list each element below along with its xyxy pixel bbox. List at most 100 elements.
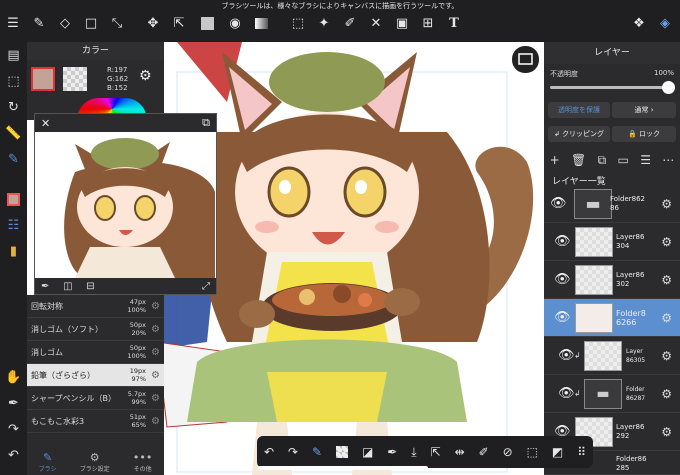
gear-icon[interactable]: ⚙ [151,416,160,427]
select-eraser-icon[interactable]: ✕ [363,12,389,34]
gear-icon[interactable]: ⚙ [151,347,160,358]
layers-icon[interactable]: ◈ [652,12,678,34]
text-select-icon[interactable]: ▣ [389,12,415,34]
selection-icon[interactable]: ⬚ [527,445,538,459]
close-icon[interactable]: ✕ [41,117,50,130]
gear-icon[interactable]: ⚙ [151,370,160,381]
layer-row-selected[interactable]: 👁 Folder8 6266 ⚙ [544,299,680,337]
layer-row[interactable]: 👁 ↲ Layer 86305 ⚙ [544,337,680,375]
eyedropper-icon[interactable]: ✒ [41,281,49,292]
tab-other[interactable]: ••• その他 [133,451,152,473]
brush-icon[interactable]: ✎ [312,445,322,459]
gear-icon[interactable]: ⚙ [661,235,672,249]
bucket-tool-icon[interactable]: ◉ [222,12,248,34]
flip-icon[interactable]: ⇹ [455,445,465,459]
rotate-icon[interactable]: ↻ [0,94,27,120]
grid-icon[interactable]: ⠿ [577,445,586,459]
transform-icon[interactable]: ⤡ [104,12,130,34]
brush-item[interactable]: 消しゴム 50px 100% ⚙ [27,341,164,364]
brush-item[interactable]: シャープペンシル（B） 5.7px 99% ⚙ [27,387,164,410]
palette-icon[interactable]: ▮ [0,238,27,264]
layer-mode-icon[interactable]: ◩ [552,445,563,459]
more-icon[interactable]: ⋯ [662,153,674,167]
edit-icon[interactable]: ✐ [479,445,489,459]
undo-icon[interactable]: ↶ [0,442,27,468]
brush-item-selected[interactable]: 鉛筆（ざらざら） 19px 97% ⚙ [27,364,164,387]
eye-icon[interactable]: 👁 [558,386,575,401]
list-icon[interactable]: ☰ [640,153,651,167]
tab-brush-settings[interactable]: ⚙ ブラシ設定 [80,451,110,473]
move-tool-icon[interactable]: ✥ [140,12,166,34]
fill-color-swatch[interactable] [192,12,222,34]
duplicate-layer-icon[interactable]: ⧉ [598,153,607,168]
brush-tool-icon[interactable]: ✎ [26,12,52,34]
brush-item[interactable]: 消しゴム（ソフト） 50px 20% ⚙ [27,318,164,341]
magic-wand-icon[interactable]: ✦ [311,12,337,34]
layer-row[interactable]: 👁 Layer86 302 ⚙ [544,261,680,299]
sub-color-swatch[interactable] [63,67,87,91]
eyedropper-icon[interactable]: ✒ [387,445,397,459]
layer-row[interactable]: 👁 ▬ Folder862 86 ⚙ [544,185,680,223]
gear-icon[interactable]: ⚙ [151,301,160,312]
merge-layer-icon[interactable]: ▭ [618,153,629,167]
transform-icon[interactable]: ⇱ [431,445,441,459]
gear-icon[interactable]: ⚙ [661,349,672,363]
color-settings-gear-icon[interactable]: ⚙ [139,68,152,84]
eye-icon[interactable]: 👁 [558,348,575,363]
transparent-color-icon[interactable] [336,446,349,458]
gear-icon[interactable]: ⚙ [151,324,160,335]
layer-row[interactable]: 👁 Layer86 304 ⚙ [544,223,680,261]
swap-color-icon[interactable]: ◪ [362,445,373,459]
undo-icon[interactable]: ↶ [264,445,274,459]
layer-row[interactable]: 👁 ↲ ▬ Folder 86287 ⚙ [544,375,680,413]
color-swatch-icon[interactable] [0,186,27,212]
gear-icon[interactable]: ⚙ [661,197,672,211]
redo-icon[interactable]: ↷ [288,445,298,459]
gear-icon[interactable]: ⚙ [661,311,672,325]
transform-tool-icon[interactable]: ⇱ [166,12,192,34]
materials-icon[interactable]: ❖ [626,12,652,34]
select-pen-icon[interactable]: ✐ [337,12,363,34]
gear-icon[interactable]: ⚙ [151,393,160,404]
flip-horizontal-icon[interactable]: ◫ [63,281,72,292]
text-tool-icon[interactable]: T [441,12,467,34]
eyedropper-icon[interactable]: ✒ [0,390,27,416]
hand-tool-icon[interactable]: ✋ [0,364,27,390]
layer-list-icon[interactable]: ☷ [0,212,27,238]
flip-vertical-icon[interactable]: ⊟ [86,281,94,292]
blend-mode-select[interactable]: 通常 › [612,102,676,118]
main-color-swatch[interactable] [31,67,55,91]
eye-icon[interactable]: 👁 [554,272,571,287]
gear-icon[interactable]: ⚙ [661,425,672,439]
menu-icon[interactable]: ☰ [0,12,26,34]
gear-icon[interactable]: ⚙ [661,273,672,287]
rect-select-icon[interactable]: □ [78,12,104,34]
protect-alpha-button[interactable]: 透明度を保護 [548,102,610,118]
select-all-icon[interactable]: ⬚ [0,68,27,94]
eye-icon[interactable]: 👁 [554,310,571,325]
ruler-icon[interactable]: 📏 [0,120,27,146]
lock-button[interactable]: 🔒 ロック [612,126,676,142]
delete-layer-icon[interactable]: 🗑 [571,153,586,167]
opacity-slider[interactable] [550,86,668,89]
opacity-slider-knob[interactable] [661,81,675,94]
eye-icon[interactable]: 👁 [554,234,571,249]
page-manager-icon[interactable]: ▤ [0,42,27,68]
add-layer-icon[interactable]: + [550,153,560,167]
tab-brush[interactable]: ✎ ブラシ [39,451,57,473]
eye-icon[interactable]: 👁 [550,196,567,211]
pen-icon[interactable]: ✎ [0,146,27,172]
fit-icon[interactable]: ⧉ [202,116,210,130]
select-rect-icon[interactable]: ⬚ [285,12,311,34]
gradient-tool-icon[interactable] [248,12,274,34]
eraser-tool-icon[interactable]: ◇ [52,12,78,34]
reset-view-icon[interactable]: ⤢ [202,281,210,292]
brush-item[interactable]: 回転対称 47px 100% ⚙ [27,295,164,318]
clipping-button[interactable]: ↲ クリッピング [548,126,610,142]
save-icon[interactable]: ⤓ [411,445,416,460]
brush-item[interactable]: もこもこ水彩3 51px 65% ⚙ [27,410,164,433]
redo-icon[interactable]: ↷ [0,416,27,442]
gear-icon[interactable]: ⚙ [661,387,672,401]
rotate-lock-icon[interactable]: ⊘ [503,445,513,459]
frame-divider-icon[interactable]: ⊞ [415,12,441,34]
